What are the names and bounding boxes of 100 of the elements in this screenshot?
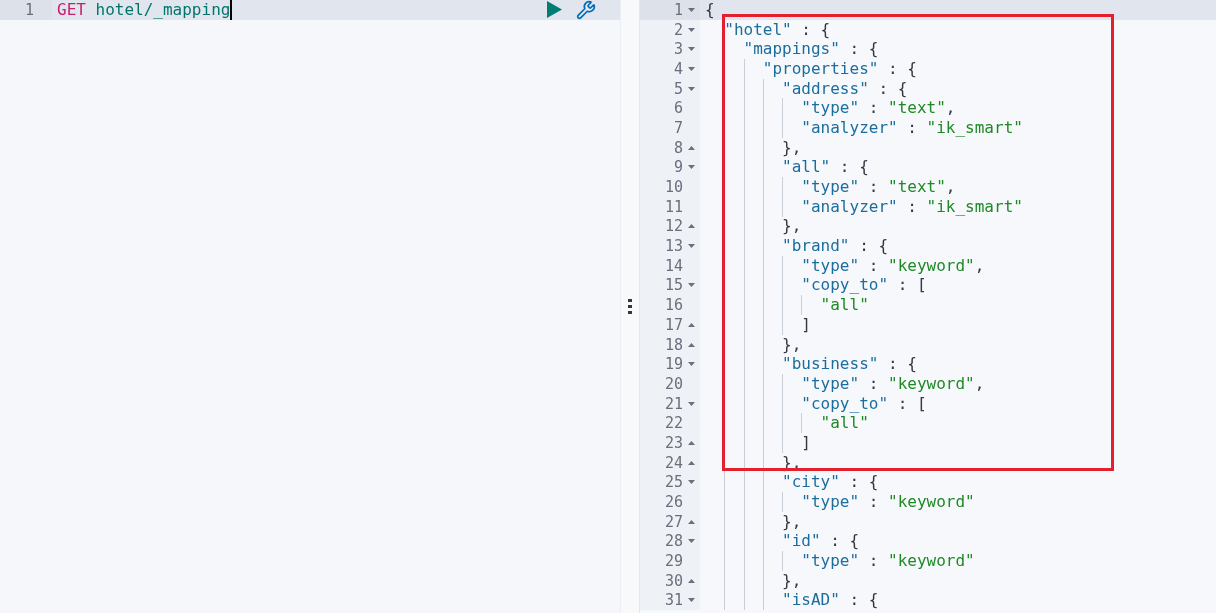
- line-number: 5: [672, 78, 683, 99]
- fold-caret-up-icon[interactable]: [688, 578, 695, 583]
- json-key: "id": [782, 531, 821, 552]
- line-number: 8: [672, 137, 683, 158]
- json-string: "keyword": [888, 373, 975, 394]
- json-punctuation: },: [782, 570, 802, 591]
- fold-caret-down-icon[interactable]: [688, 27, 695, 32]
- fold-caret-up-icon[interactable]: [688, 322, 695, 327]
- line-number: 15: [663, 275, 683, 296]
- wrench-icon[interactable]: [576, 0, 596, 20]
- json-string: "keyword": [888, 255, 975, 276]
- line-number: 25: [663, 472, 683, 493]
- json-punctuation: : {: [848, 472, 879, 493]
- json-punctuation: : {: [829, 531, 860, 552]
- json-punctuation: : {: [800, 19, 831, 40]
- line-number: 16: [663, 295, 683, 316]
- fold-caret-down-icon[interactable]: [688, 86, 695, 91]
- line-number: 19: [663, 354, 683, 375]
- line-number: 11: [663, 196, 683, 217]
- fold-caret-up-icon[interactable]: [688, 519, 695, 524]
- json-punctuation: ]: [801, 314, 811, 335]
- json-key: "copy_to": [801, 393, 889, 414]
- json-key: "city": [782, 472, 840, 493]
- json-punctuation: : [: [896, 275, 927, 296]
- json-punctuation: : {: [887, 58, 917, 79]
- line-number: 9: [672, 157, 683, 178]
- fold-caret-down-icon[interactable]: [688, 480, 695, 485]
- json-key: "all": [782, 157, 831, 178]
- line-number: 31: [663, 590, 683, 611]
- json-punctuation: :: [867, 255, 880, 276]
- http-method: GET: [57, 0, 86, 20]
- json-punctuation: },: [782, 216, 802, 237]
- fold-caret-down-icon[interactable]: [688, 283, 695, 288]
- json-punctuation: ,: [945, 98, 956, 119]
- json-punctuation: :: [867, 98, 880, 119]
- fold-caret-down-icon[interactable]: [688, 539, 695, 544]
- line-number: 21: [663, 393, 683, 414]
- json-string: "all": [820, 413, 869, 434]
- json-string: "ik_smart": [926, 196, 1023, 217]
- json-key: "properties": [762, 58, 879, 79]
- fold-caret-up-icon[interactable]: [688, 224, 695, 229]
- json-string: "all": [820, 295, 869, 316]
- fold-caret-up-icon[interactable]: [688, 145, 695, 150]
- drag-handle-icon[interactable]: [628, 298, 632, 315]
- fold-caret-down-icon[interactable]: [688, 598, 695, 603]
- json-punctuation: ,: [945, 177, 956, 198]
- fold-caret-up-icon[interactable]: [688, 460, 695, 465]
- line-number: 17: [663, 314, 683, 335]
- fold-caret-down-icon[interactable]: [688, 244, 695, 249]
- request-path: hotel/_mapping: [95, 0, 231, 20]
- json-key: "hotel": [724, 19, 792, 40]
- line-number: 1: [23, 0, 34, 20]
- json-punctuation: :: [906, 196, 918, 217]
- json-string: "text": [888, 98, 946, 119]
- fold-caret-up-icon[interactable]: [688, 342, 695, 347]
- json-key: "business": [782, 354, 879, 375]
- json-punctuation: },: [782, 511, 802, 532]
- json-key: "analyzer": [801, 117, 898, 138]
- json-string: "ik_smart": [926, 117, 1023, 138]
- json-key: "analyzer": [801, 196, 898, 217]
- line-number: 24: [663, 452, 683, 473]
- line-number: 29: [663, 551, 683, 572]
- fold-caret-down-icon[interactable]: [688, 7, 695, 12]
- line-number: 2: [672, 19, 683, 40]
- json-punctuation: : {: [838, 157, 869, 178]
- line-number: 14: [663, 255, 683, 276]
- line-number: 28: [663, 531, 683, 552]
- fold-caret-down-icon[interactable]: [688, 401, 695, 406]
- json-key: "address": [782, 78, 869, 99]
- fold-caret-up-icon[interactable]: [688, 440, 695, 445]
- json-string: "keyword": [888, 492, 975, 513]
- json-key: "type": [801, 98, 860, 119]
- line-number: 12: [663, 216, 683, 237]
- fold-caret-down-icon[interactable]: [688, 362, 695, 367]
- fold-caret-down-icon[interactable]: [688, 165, 695, 170]
- json-key: "mappings": [743, 39, 840, 60]
- json-key: "type": [801, 177, 860, 198]
- line-number: 23: [663, 432, 683, 453]
- json-punctuation: ,: [974, 255, 985, 276]
- json-punctuation: : [: [896, 393, 927, 414]
- fold-caret-down-icon[interactable]: [688, 47, 695, 52]
- line-number: 18: [663, 334, 683, 355]
- json-key: "isAD": [782, 590, 840, 611]
- line-number: 26: [663, 492, 683, 513]
- fold-caret-down-icon[interactable]: [688, 66, 695, 71]
- json-punctuation: :: [867, 551, 880, 572]
- json-punctuation: ,: [974, 373, 985, 394]
- json-string: "keyword": [888, 551, 975, 572]
- line-number: 1: [672, 0, 683, 20]
- line-number: 27: [663, 511, 683, 532]
- line-number: 13: [663, 236, 683, 257]
- json-punctuation: : {: [848, 590, 879, 611]
- json-key: "brand": [782, 236, 850, 257]
- json-punctuation: : {: [848, 39, 879, 60]
- line-number: 3: [672, 39, 683, 60]
- json-key: "type": [801, 255, 860, 276]
- json-punctuation: : {: [858, 236, 889, 257]
- json-key: "copy_to": [801, 275, 889, 296]
- play-icon[interactable]: [547, 1, 562, 19]
- json-key: "type": [801, 373, 860, 394]
